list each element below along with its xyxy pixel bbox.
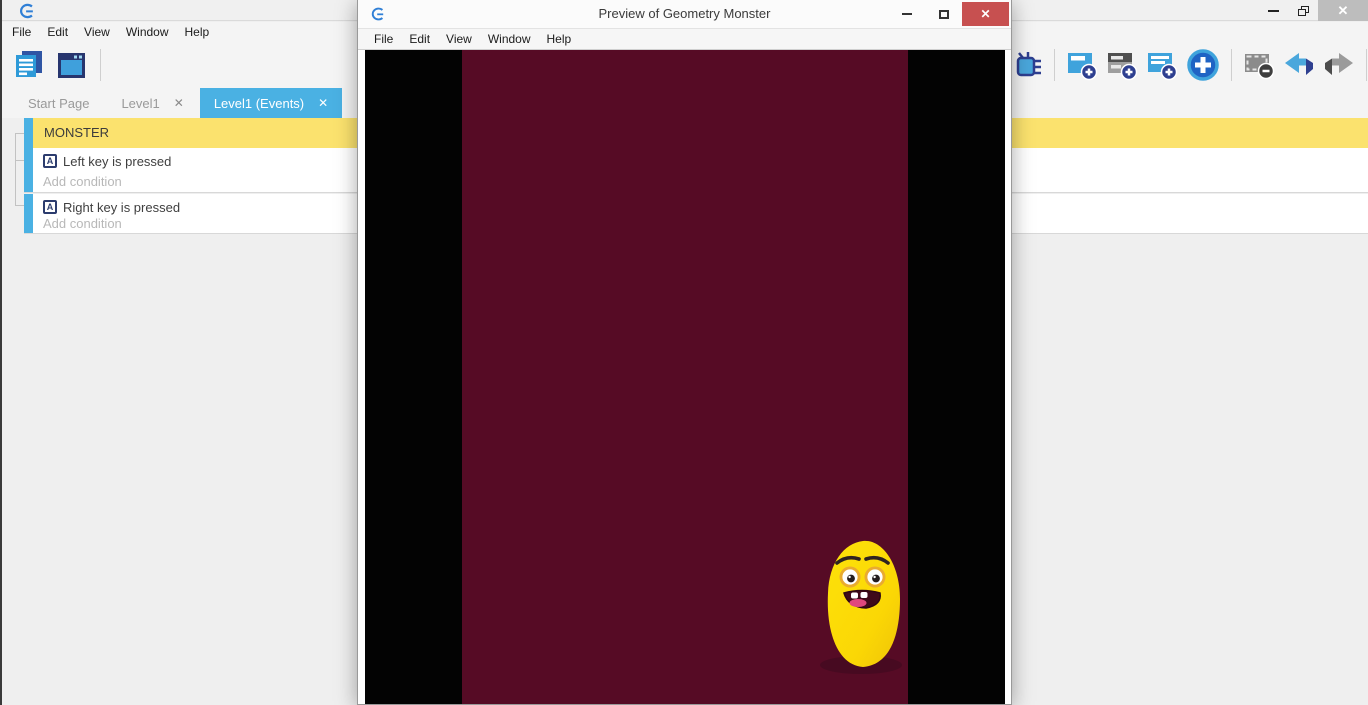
redo-button[interactable] xyxy=(1322,50,1356,80)
menu-help[interactable]: Help xyxy=(177,22,218,42)
tab-close-icon[interactable]: ✕ xyxy=(318,96,328,110)
menu-file[interactable]: File xyxy=(4,22,39,42)
tab-close-icon[interactable]: ✕ xyxy=(174,96,184,110)
tab-label: Start Page xyxy=(28,96,89,111)
game-viewport[interactable] xyxy=(365,50,1005,704)
add-other-event-button[interactable] xyxy=(1185,47,1221,83)
gdevelop-logo-icon xyxy=(18,2,36,20)
monster-character xyxy=(817,537,909,677)
preview-menu-bar: File Edit View Window Help xyxy=(358,28,1011,50)
toolbar-separator xyxy=(100,49,101,81)
close-button[interactable]: ✕ xyxy=(1318,0,1368,21)
debugger-icon[interactable] xyxy=(1014,49,1044,81)
preview-title-bar[interactable]: Preview of Geometry Monster ✕ xyxy=(358,0,1011,28)
condition-text[interactable]: Left key is pressed xyxy=(63,154,171,169)
add-condition-link[interactable]: Add condition xyxy=(43,174,122,189)
tab-start-page[interactable]: Start Page xyxy=(12,88,105,118)
preview-menu-window[interactable]: Window xyxy=(480,29,539,49)
menu-edit[interactable]: Edit xyxy=(39,22,76,42)
preview-window: Preview of Geometry Monster ✕ File Edit … xyxy=(357,0,1012,705)
event-drag-handle[interactable] xyxy=(24,194,33,233)
add-comment-button[interactable] xyxy=(1145,48,1179,82)
menu-window[interactable]: Window xyxy=(118,22,177,42)
preview-menu-file[interactable]: File xyxy=(366,29,401,49)
toolbar-separator xyxy=(1054,49,1055,81)
restore-icon xyxy=(1298,6,1309,16)
preview-menu-edit[interactable]: Edit xyxy=(401,29,438,49)
open-events-editor-icon[interactable] xyxy=(12,48,46,82)
add-condition-link[interactable]: Add condition xyxy=(43,216,122,231)
preview-close-button[interactable]: ✕ xyxy=(962,2,1009,26)
delete-selection-button[interactable] xyxy=(1242,48,1276,82)
add-event-button[interactable] xyxy=(1065,48,1099,82)
preview-menu-view[interactable]: View xyxy=(438,29,480,49)
tab-label: Level1 xyxy=(121,96,159,111)
condition-text[interactable]: Right key is pressed xyxy=(63,200,180,215)
open-scene-editor-icon[interactable] xyxy=(54,48,88,82)
keyboard-key-icon: A xyxy=(43,154,57,168)
preview-menu-help[interactable]: Help xyxy=(539,29,580,49)
add-sub-event-button[interactable] xyxy=(1105,48,1139,82)
restore-button[interactable] xyxy=(1288,0,1318,21)
preview-maximize-button[interactable] xyxy=(925,2,962,26)
toolbar-separator xyxy=(1231,49,1232,81)
preview-minimize-button[interactable] xyxy=(888,2,925,26)
tab-level1-events[interactable]: Level1 (Events) ✕ xyxy=(200,88,342,118)
event-drag-handle[interactable] xyxy=(24,118,33,148)
undo-button[interactable] xyxy=(1282,50,1316,80)
toolbar-separator xyxy=(1366,49,1367,81)
minimize-button[interactable] xyxy=(1258,0,1288,21)
tab-level1[interactable]: Level1 ✕ xyxy=(105,88,199,118)
tab-label: Level1 (Events) xyxy=(214,96,304,111)
comment-text: MONSTER xyxy=(44,118,109,148)
menu-view[interactable]: View xyxy=(76,22,118,42)
keyboard-key-icon: A xyxy=(43,200,57,214)
event-drag-handle[interactable] xyxy=(24,148,33,192)
